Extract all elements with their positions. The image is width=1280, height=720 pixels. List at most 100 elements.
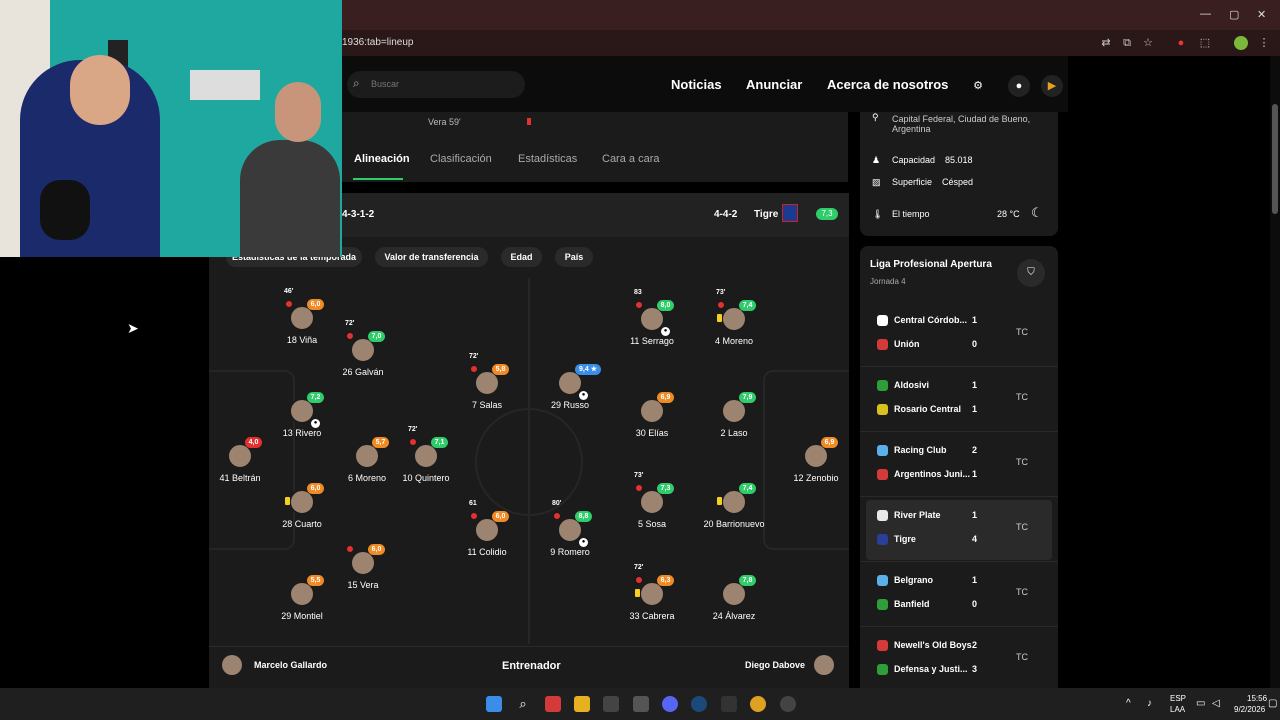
app-taskbar-icon-1[interactable]	[545, 696, 561, 712]
profile-avatar[interactable]	[1234, 36, 1248, 50]
chip-transfer-value[interactable]: Valor de transferencia	[375, 247, 488, 267]
coach-right-name[interactable]: Diego Dabove	[745, 660, 805, 670]
app-taskbar-icon-3[interactable]	[633, 696, 649, 712]
player-20[interactable]: 33 Cabrera	[607, 581, 697, 621]
yellow-card-icon	[285, 497, 290, 505]
player-11[interactable]: 29 Russo	[525, 370, 615, 410]
scrollbar-thumb[interactable]	[1272, 104, 1278, 214]
tigre-badge-icon	[782, 204, 798, 222]
home-team-logo-icon	[877, 445, 888, 456]
extension-icon[interactable]: ●	[1174, 36, 1188, 50]
chrome-icon[interactable]	[750, 696, 766, 712]
stadium-location: Capital Federal, Ciudad de Bueno, Argent…	[892, 114, 1031, 134]
steam-icon[interactable]	[691, 696, 707, 712]
tab-cara-a-cara[interactable]: Cara a cara	[602, 153, 659, 165]
substitution-icon	[470, 365, 478, 373]
chip-country[interactable]: País	[555, 247, 593, 267]
substitution-icon	[470, 512, 478, 520]
player-13[interactable]: 4 Moreno	[689, 306, 779, 346]
install-icon[interactable]: ⧉	[1120, 36, 1134, 50]
away-score: 3	[972, 664, 978, 674]
translate-icon[interactable]: ⇄	[1099, 36, 1113, 50]
app-taskbar-icon-5[interactable]	[780, 696, 796, 712]
tray-language[interactable]: ESP	[1170, 694, 1186, 703]
chip-age[interactable]: Edad	[501, 247, 542, 267]
player-rating-badge: 7,3	[657, 483, 674, 494]
webcam-microphone	[40, 180, 90, 240]
player-18[interactable]: 20 Barrionuevo	[689, 489, 779, 529]
away-score: 0	[972, 339, 978, 349]
player-21[interactable]: 24 Álvarez	[689, 581, 779, 621]
player-name: 12 Zenobio	[793, 473, 839, 483]
app-taskbar-icon-2[interactable]	[603, 696, 619, 712]
nav-link-anunciar[interactable]: Anunciar	[746, 77, 802, 92]
yellow-card-icon	[717, 497, 722, 505]
search-taskbar-icon[interactable]: ⌕	[515, 696, 531, 712]
league-logo-icon[interactable]: ⛉	[1017, 259, 1045, 287]
player-12[interactable]: 11 Serrago	[607, 306, 697, 346]
player-7[interactable]: 28 Cuarto	[257, 489, 347, 529]
notification-icon[interactable]: ▢	[1268, 698, 1277, 709]
tab-clasificacion[interactable]: Clasificación	[430, 153, 492, 165]
url-text[interactable]: 1936:tab=lineup	[342, 37, 413, 48]
player-15[interactable]: 2 Laso	[689, 398, 779, 438]
discord-icon[interactable]	[662, 696, 678, 712]
tab-alineacion[interactable]: Alineación	[354, 153, 410, 165]
player-5[interactable]: 10 Quintero	[381, 443, 471, 483]
player-8[interactable]: 11 Colidio	[442, 517, 532, 557]
league-name[interactable]: Liga Profesional Apertura	[870, 259, 992, 270]
nav-link-about[interactable]: Acerca de nosotros	[827, 77, 948, 92]
app-taskbar-icon-4[interactable]	[721, 696, 737, 712]
player-19[interactable]: 9 Romero	[525, 517, 615, 557]
player-14[interactable]: 30 Elías	[607, 398, 697, 438]
coach-right-avatar	[814, 655, 834, 675]
close-window-button[interactable]: ✕	[1257, 8, 1266, 21]
network-icon[interactable]: ▭	[1196, 698, 1205, 709]
tab-estadisticas[interactable]: Estadísticas	[518, 153, 577, 165]
nav-link-noticias[interactable]: Noticias	[671, 77, 722, 92]
player-2[interactable]: 7 Salas	[442, 370, 532, 410]
tray-chevron-icon[interactable]: ^	[1126, 698, 1131, 709]
search-input[interactable]: Buscar	[371, 79, 399, 89]
match-row[interactable]: Newell's Old Boys Defensa y Justi... 2 3 TC	[866, 630, 1052, 690]
player-name: 2 Laso	[720, 428, 748, 438]
maximize-button[interactable]: ▢	[1229, 8, 1239, 21]
webcam-photos	[190, 70, 260, 100]
search-box[interactable]: ⌕ Buscar	[347, 71, 525, 98]
tray-date[interactable]: 9/2/2026	[1234, 705, 1265, 714]
match-row[interactable]: Aldosivi Rosario Central 1 1 TC	[866, 370, 1052, 430]
settings-gear-icon[interactable]: ⚙	[967, 75, 989, 97]
microphone-icon[interactable]: ♪	[1147, 698, 1152, 709]
browser-menu-icon[interactable]: ⋮	[1257, 36, 1271, 50]
apple-app-icon[interactable]: ●	[1008, 75, 1030, 97]
bookmark-star-icon[interactable]: ☆	[1141, 36, 1155, 50]
right-team-name[interactable]: Tigre	[754, 209, 778, 220]
match-row[interactable]: River Plate Tigre 1 4 TC	[866, 500, 1052, 560]
tray-layout[interactable]: LAA	[1170, 705, 1185, 714]
minimize-button[interactable]: —	[1200, 8, 1211, 20]
surface-value: Césped	[942, 177, 974, 187]
player-name: 4 Moreno	[714, 336, 754, 346]
file-explorer-icon[interactable]	[574, 696, 590, 712]
player-3[interactable]: 13 Rivero	[257, 398, 347, 438]
start-button-icon[interactable]	[486, 696, 502, 712]
substitution-time: 83	[634, 289, 642, 296]
webcam-overlay	[0, 0, 342, 257]
home-score: 1	[972, 510, 978, 520]
match-row[interactable]: Central Córdob... Unión 1 0 TC	[866, 305, 1052, 365]
player-6[interactable]: 41 Beltrán	[195, 443, 285, 483]
coach-left-name[interactable]: Marcelo Gallardo	[254, 660, 327, 670]
player-17[interactable]: 5 Sosa	[607, 489, 697, 529]
player-16[interactable]: 12 Zenobio	[771, 443, 861, 483]
substitution-icon	[285, 300, 293, 308]
volume-icon[interactable]: ◁	[1212, 698, 1220, 709]
player-1[interactable]: 26 Galván	[318, 337, 408, 377]
match-row[interactable]: Racing Club Argentinos Juni... 2 1 TC	[866, 435, 1052, 495]
player-10[interactable]: 29 Montiel	[257, 581, 347, 621]
tray-time[interactable]: 15:56	[1247, 694, 1267, 703]
extensions-puzzle-icon[interactable]: ⬚	[1198, 36, 1212, 50]
away-team-name: Unión	[894, 339, 920, 349]
match-row[interactable]: Belgrano Banfield 1 0 TC	[866, 565, 1052, 625]
google-play-icon[interactable]: ▶	[1041, 75, 1063, 97]
substitution-time: 73'	[716, 289, 726, 296]
